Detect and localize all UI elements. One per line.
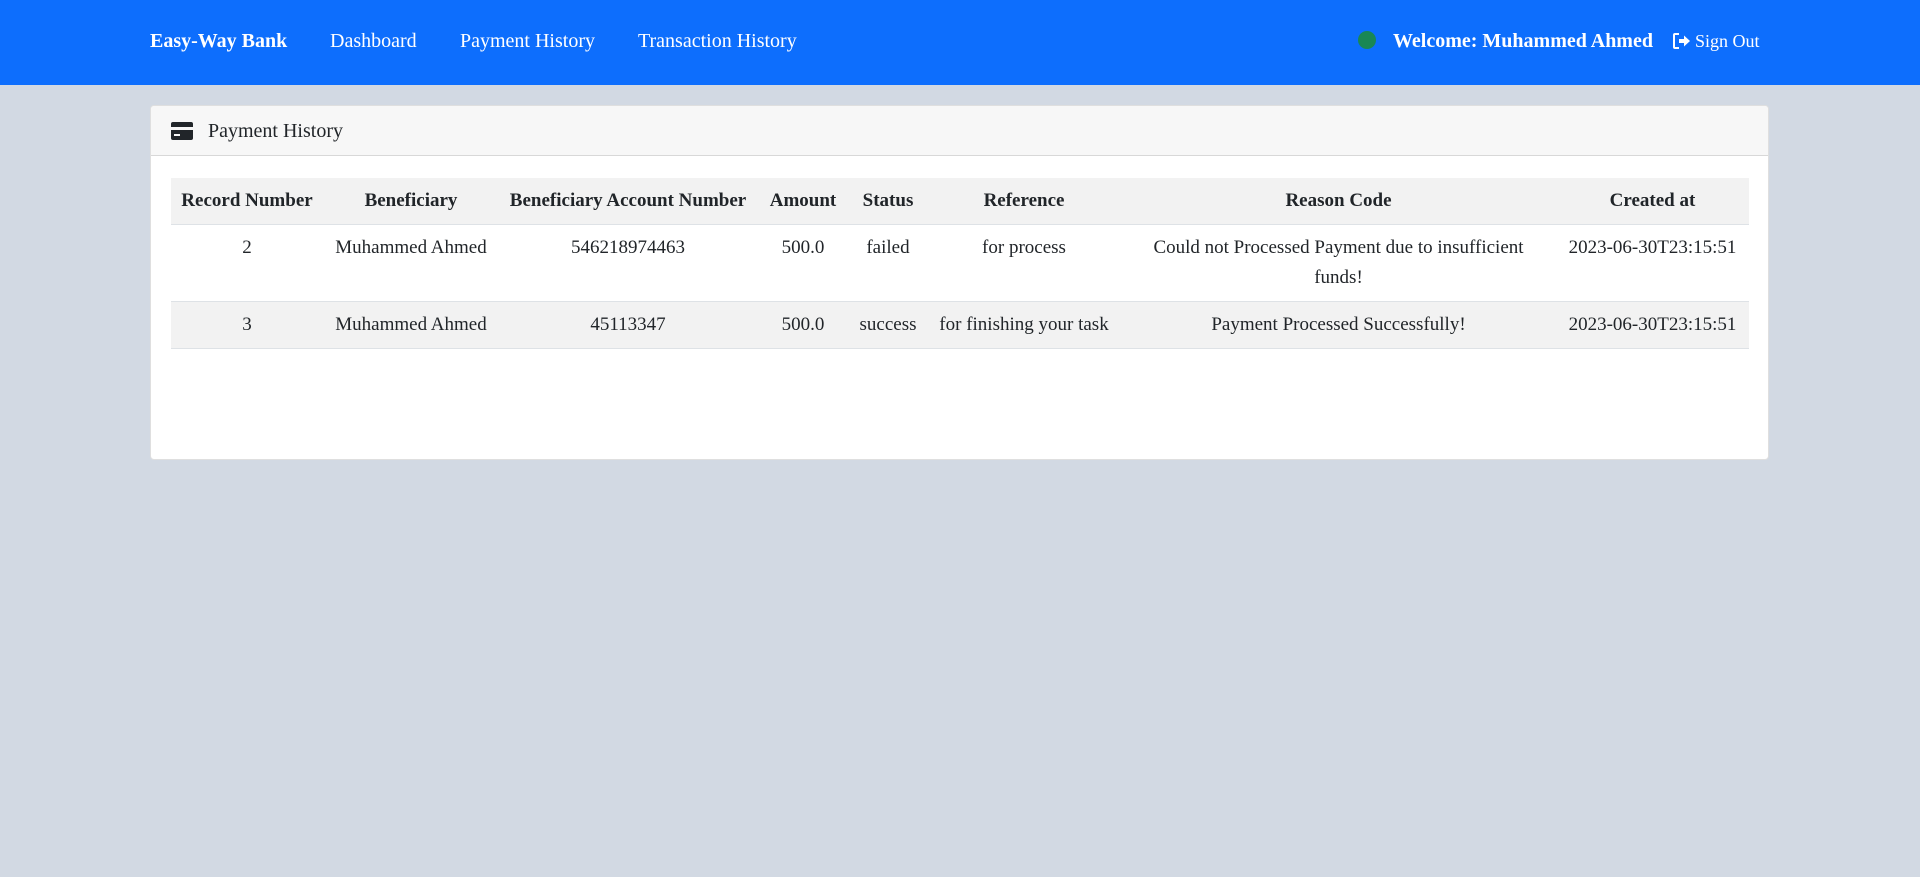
nav-payment-history[interactable]: Payment History <box>460 28 595 54</box>
cell-account-number: 546218974463 <box>499 224 757 302</box>
cell-created-at: 2023-06-30T23:15:51 <box>1556 301 1749 349</box>
cell-reference: for process <box>927 224 1121 302</box>
brand-link[interactable]: Easy-Way Bank <box>150 28 287 54</box>
cell-beneficiary: Muhammed Ahmed <box>323 301 499 349</box>
table-row: 3 Muhammed Ahmed 45113347 500.0 success … <box>171 301 1749 349</box>
cell-status: success <box>849 301 927 349</box>
header-beneficiary[interactable]: Beneficiary <box>323 178 499 225</box>
cell-created-at: 2023-06-30T23:15:51 <box>1556 224 1749 302</box>
cell-reason-code: Could not Processed Payment due to insuf… <box>1121 224 1556 302</box>
payment-history-table: Record Number Beneficiary Beneficiary Ac… <box>171 178 1749 349</box>
header-reason-code[interactable]: Reason Code <box>1121 178 1556 225</box>
card-header: Payment History <box>151 106 1768 156</box>
header-reference[interactable]: Reference <box>927 178 1121 225</box>
header-created-at[interactable]: Created at <box>1556 178 1749 225</box>
nav-dashboard[interactable]: Dashboard <box>330 28 417 54</box>
cell-account-number: 45113347 <box>499 301 757 349</box>
cell-record-number: 2 <box>171 224 323 302</box>
card-title: Payment History <box>208 119 343 142</box>
sign-out-button[interactable]: Sign Out <box>1673 29 1760 53</box>
top-navbar: Easy-Way Bank Dashboard Payment History … <box>0 0 1920 85</box>
sign-out-icon <box>1673 33 1690 49</box>
cell-beneficiary: Muhammed Ahmed <box>323 224 499 302</box>
cell-amount: 500.0 <box>757 224 849 302</box>
sign-out-label: Sign Out <box>1695 31 1760 51</box>
header-amount[interactable]: Amount <box>757 178 849 225</box>
table-row: 2 Muhammed Ahmed 546218974463 500.0 fail… <box>171 224 1749 302</box>
cell-reason-code: Payment Processed Successfully! <box>1121 301 1556 349</box>
credit-card-icon <box>171 121 193 140</box>
cell-amount: 500.0 <box>757 301 849 349</box>
online-status-indicator <box>1358 31 1376 49</box>
payment-history-table-wrapper: Record Number Beneficiary Beneficiary Ac… <box>171 178 1749 349</box>
header-status[interactable]: Status <box>849 178 927 225</box>
nav-transaction-history[interactable]: Transaction History <box>638 28 797 54</box>
cell-status: failed <box>849 224 927 302</box>
cell-record-number: 3 <box>171 301 323 349</box>
header-record-number[interactable]: Record Number <box>171 178 323 225</box>
header-beneficiary-account-number[interactable]: Beneficiary Account Number <box>499 178 757 225</box>
table-header-row: Record Number Beneficiary Beneficiary Ac… <box>171 178 1749 225</box>
cell-reference: for finishing your task <box>927 301 1121 349</box>
welcome-message: Welcome: Muhammed Ahmed <box>1393 30 1653 52</box>
payment-history-card: Payment History Record Number Beneficiar… <box>150 105 1769 460</box>
